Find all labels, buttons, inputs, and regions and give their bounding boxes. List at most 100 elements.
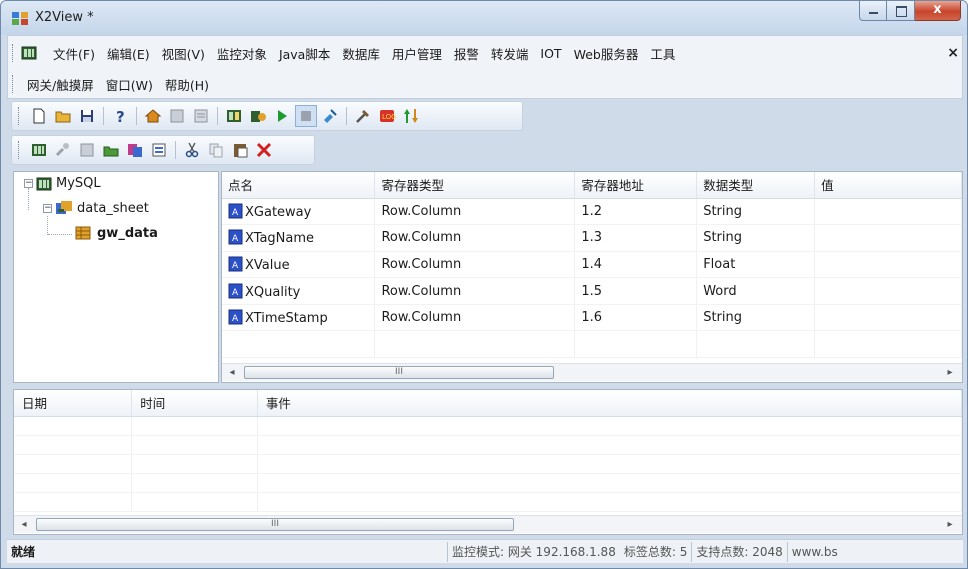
- play-icon[interactable]: [271, 105, 293, 127]
- scroll-left-icon[interactable]: ◂: [226, 367, 238, 378]
- home-icon[interactable]: [142, 105, 164, 127]
- column-header-register-address[interactable]: 寄存器地址: [574, 172, 698, 199]
- run-device-icon[interactable]: [247, 105, 269, 127]
- db-link-icon[interactable]: [52, 139, 74, 161]
- menu-edit[interactable]: 编辑(E): [101, 44, 156, 63]
- page-b-icon[interactable]: [190, 105, 212, 127]
- status-tag-total: 标签总数: 5: [623, 544, 688, 559]
- grid-horizontal-scrollbar[interactable]: ◂ III ▸: [222, 363, 962, 381]
- menu-iot[interactable]: IOT: [534, 46, 567, 61]
- collapse-toggle[interactable]: −: [24, 179, 33, 188]
- log-horizontal-scrollbar[interactable]: ◂ III ▸: [14, 515, 962, 533]
- cell-data-type: Float: [696, 251, 816, 279]
- menu-database[interactable]: 数据库: [336, 44, 386, 63]
- minimize-button[interactable]: [859, 1, 887, 21]
- cell-value: [814, 251, 962, 279]
- tree-label-gw-data: gw_data: [97, 225, 158, 241]
- copy-icon[interactable]: [205, 139, 227, 161]
- menu-gateway-touchscreen[interactable]: 网关/触摸屏: [21, 75, 100, 94]
- table-row[interactable]: A XGateway Row.Column 1.2 String: [222, 198, 962, 226]
- log-scroll-thumb[interactable]: III: [36, 518, 514, 531]
- table-row[interactable]: A XValue Row.Column 1.4 Float: [222, 251, 962, 279]
- data-sheet-icon: [56, 201, 72, 214]
- menu-help[interactable]: 帮助(H): [159, 75, 215, 94]
- column-header-value[interactable]: 值: [814, 172, 962, 199]
- title-bar[interactable]: X2View *: [1, 1, 967, 35]
- cell-register-type: Row.Column: [374, 224, 576, 252]
- menu-tools[interactable]: 工具: [644, 44, 681, 63]
- paste-icon[interactable]: [229, 139, 251, 161]
- db-import-icon[interactable]: [124, 139, 146, 161]
- db-grid-icon[interactable]: [76, 139, 98, 161]
- close-window-button[interactable]: [915, 1, 961, 21]
- scroll-right-icon[interactable]: ▸: [944, 367, 956, 378]
- document-icon[interactable]: [21, 46, 37, 60]
- tag-table-icon[interactable]: [223, 105, 245, 127]
- tag-icon: A: [228, 229, 243, 245]
- stop-icon[interactable]: [295, 105, 317, 127]
- tools-icon[interactable]: [352, 105, 374, 127]
- cell-value: [814, 277, 962, 305]
- menu-window[interactable]: 窗口(W): [100, 75, 159, 94]
- cell-data-type: String: [696, 304, 816, 332]
- toolbar-separator: [103, 107, 104, 125]
- column-header-event[interactable]: 事件: [257, 390, 962, 417]
- maximize-button[interactable]: [887, 1, 915, 21]
- menu-alarm[interactable]: 报警: [448, 44, 485, 63]
- svg-text:?: ?: [116, 108, 125, 125]
- table-row[interactable]: A XTimeStamp Row.Column 1.6 String: [222, 304, 962, 332]
- menu-forwarder[interactable]: 转发端: [485, 44, 535, 63]
- menu-web-server[interactable]: Web服务器: [568, 44, 645, 63]
- new-file-icon[interactable]: [28, 105, 50, 127]
- scroll-left-icon[interactable]: ◂: [18, 519, 30, 530]
- svg-text:A: A: [232, 288, 239, 298]
- log-row: [14, 454, 962, 474]
- cell-data-type: Word: [696, 277, 816, 305]
- toolbar-grip[interactable]: [18, 107, 21, 125]
- toolbar-grip[interactable]: [18, 141, 21, 159]
- scroll-right-icon[interactable]: ▸: [944, 519, 956, 530]
- mdi-close-icon[interactable]: ×: [947, 45, 959, 61]
- save-icon[interactable]: [76, 105, 98, 127]
- menu-grip-2[interactable]: [12, 75, 15, 93]
- column-header-register-type[interactable]: 寄存器类型: [374, 172, 576, 199]
- tree-node-gw-data[interactable]: gw_data: [74, 225, 158, 241]
- db-props-icon[interactable]: [148, 139, 170, 161]
- cell-register-type: Row.Column: [374, 198, 576, 226]
- cell-data-type: String: [696, 198, 816, 226]
- collapse-toggle[interactable]: −: [43, 203, 52, 213]
- column-header-time[interactable]: 时间: [131, 390, 258, 417]
- cell-register-type: Row.Column: [374, 277, 576, 305]
- page-a-icon[interactable]: [166, 105, 188, 127]
- grid-scroll-thumb[interactable]: III: [244, 366, 554, 379]
- menu-view[interactable]: 视图(V): [156, 44, 211, 63]
- menu-java-script[interactable]: Java脚本: [273, 44, 336, 63]
- delete-icon[interactable]: [253, 139, 275, 161]
- column-header-date[interactable]: 日期: [14, 390, 133, 417]
- table-row[interactable]: A XTagName Row.Column 1.3 String: [222, 224, 962, 252]
- cell-value: [814, 198, 962, 226]
- cell-register-address: 1.5: [574, 277, 698, 305]
- lamp-icon[interactable]: LOG: [376, 105, 398, 127]
- connect-icon[interactable]: [319, 105, 341, 127]
- updown-icon[interactable]: [400, 105, 422, 127]
- menu-file[interactable]: 文件(F): [47, 44, 101, 63]
- column-header-point-name[interactable]: 点名: [222, 172, 376, 199]
- db-open-icon[interactable]: [100, 139, 122, 161]
- menu-grip[interactable]: [12, 44, 15, 62]
- help-icon[interactable]: ?: [109, 105, 131, 127]
- menu-user-management[interactable]: 用户管理: [386, 44, 448, 63]
- toolbar-separator: [175, 141, 176, 159]
- svg-text:A: A: [232, 234, 239, 244]
- cut-icon[interactable]: [181, 139, 203, 161]
- cell-register-address: 1.3: [574, 224, 698, 252]
- table-row[interactable]: A XQuality Row.Column 1.5 Word: [222, 277, 962, 305]
- open-folder-icon[interactable]: [52, 105, 74, 127]
- tree-node-mysql[interactable]: − MySQL: [24, 176, 101, 191]
- menu-monitor-object[interactable]: 监控对象: [211, 44, 273, 63]
- tree-node-data-sheet[interactable]: − data_sheet: [43, 200, 149, 216]
- db-table-icon[interactable]: [28, 139, 50, 161]
- pane-splitter[interactable]: [7, 384, 963, 388]
- cell-point-name: A XTimeStamp: [222, 304, 376, 332]
- column-header-data-type[interactable]: 数据类型: [696, 172, 816, 199]
